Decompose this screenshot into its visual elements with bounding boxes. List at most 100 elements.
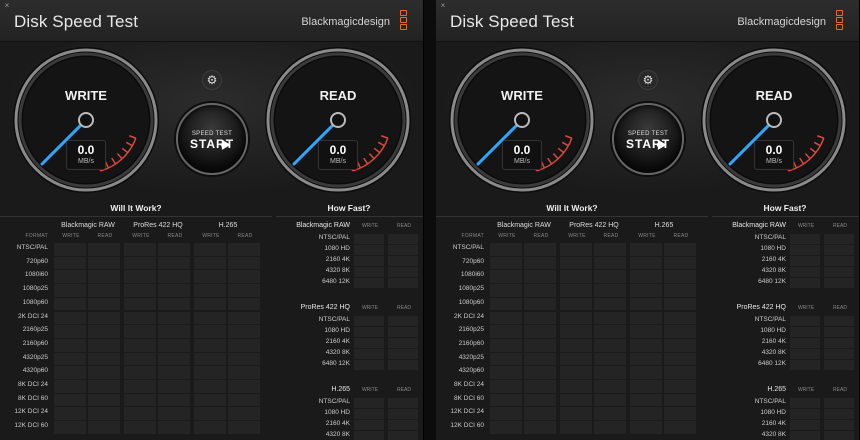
result-cell: [664, 255, 696, 270]
result-cell: [664, 392, 696, 407]
speed-cell: [790, 348, 820, 359]
result-cell: [664, 365, 696, 379]
speed-cell: [790, 408, 820, 419]
start-button[interactable]: SPEED TEST START: [176, 103, 248, 175]
results-tables: Will It Work? How Fast? Blackmagic RAW WRIT…: [436, 196, 859, 440]
format-row-label: 1080p25: [22, 285, 48, 293]
how-fast-row-label: 2160 4K: [761, 256, 786, 263]
result-cell: [560, 351, 592, 366]
gear-icon[interactable]: ⚙: [638, 70, 658, 90]
result-cell: [664, 269, 696, 284]
result-cell: [630, 337, 662, 352]
read-column-label: READ: [397, 305, 411, 311]
result-cell: [88, 283, 120, 297]
result-cell: [664, 420, 696, 434]
result-cell: [158, 365, 190, 379]
how-fast-row-label: 1080 HD: [760, 245, 786, 252]
gear-icon[interactable]: ⚙: [202, 70, 222, 90]
result-cell: [194, 283, 226, 297]
speed-cell: [824, 244, 854, 255]
result-cell: [560, 392, 592, 407]
result-cell: [88, 269, 120, 284]
result-cell: [124, 296, 156, 311]
result-cell: [124, 351, 156, 366]
how-fast-row-label: 1080 HD: [324, 409, 350, 416]
format-row-label: 8K DCI 60: [454, 394, 484, 402]
app-title: Disk Speed Test: [14, 12, 139, 31]
result-cell: [594, 379, 626, 393]
result-cell: [88, 310, 120, 325]
write-column-label: WRITE: [361, 305, 379, 311]
result-cell: [194, 379, 226, 393]
speed-cell: [824, 337, 854, 348]
result-cell: [88, 324, 120, 338]
speed-cell: [790, 255, 820, 266]
speed-cell: [790, 326, 820, 337]
speed-cell: [354, 255, 384, 266]
speed-cell: [824, 326, 854, 337]
speed-cell: [388, 315, 418, 326]
result-cell: [54, 324, 86, 338]
result-cell: [560, 337, 592, 352]
result-cell: [158, 296, 190, 311]
result-cell: [630, 406, 662, 421]
result-cell: [124, 269, 156, 284]
result-cell: [158, 379, 190, 393]
gauges-panel: WRITE 0.0 MB/s ⚙ SPEED TEST START READ 0…: [0, 42, 423, 196]
speed-cell: [824, 348, 854, 359]
speed-cell: [354, 397, 384, 408]
codec-column-header: Blackmagic RAW: [61, 222, 115, 229]
speed-cell: [388, 337, 418, 348]
result-cell: [524, 406, 556, 421]
result-cell: [124, 420, 156, 434]
result-cell: [560, 242, 592, 256]
result-cell: [560, 420, 592, 434]
result-cell: [88, 392, 120, 407]
speed-cell: [388, 348, 418, 359]
format-row-label: 12K DCI 24: [14, 408, 48, 416]
format-row-label: 2160p60: [22, 339, 48, 347]
how-fast-group-title: H.265: [767, 386, 786, 393]
write-gauge-label: WRITE: [65, 88, 107, 103]
close-icon[interactable]: ×: [438, 1, 448, 10]
result-cell: [88, 365, 120, 379]
write-column-label: WRITE: [62, 233, 80, 239]
how-fast-row-label: 4320 8K: [325, 267, 350, 274]
result-cell: [158, 324, 190, 338]
speed-cell: [790, 430, 820, 440]
title-bar[interactable]: × Disk Speed Test Blackmagicdesign: [436, 0, 859, 42]
result-cell: [594, 420, 626, 434]
title-bar[interactable]: × Disk Speed Test Blackmagicdesign: [0, 0, 423, 42]
result-cell: [228, 351, 260, 366]
read-column-label: READ: [97, 233, 113, 239]
how-fast-group-title: ProRes 422 HQ: [300, 304, 350, 311]
speed-cell: [388, 430, 418, 440]
result-cell: [158, 351, 190, 366]
result-cell: [560, 324, 592, 338]
write-column-label: WRITE: [498, 233, 516, 239]
result-cell: [630, 255, 662, 270]
result-cell: [490, 337, 522, 352]
speed-cell: [790, 233, 820, 244]
divider: [0, 216, 272, 217]
result-cell: [54, 351, 86, 366]
how-fast-row-label: 2160 4K: [325, 420, 350, 427]
result-cell: [194, 337, 226, 352]
result-cell: [158, 337, 190, 352]
result-cell: [88, 255, 120, 270]
result-cell: [194, 324, 226, 338]
start-button-label: START: [189, 137, 235, 151]
speed-cell: [824, 408, 854, 419]
format-row-label: 8K DCI 24: [18, 381, 48, 388]
result-cell: [630, 324, 662, 338]
close-icon[interactable]: ×: [2, 1, 12, 10]
start-button[interactable]: SPEED TEST START: [612, 103, 684, 175]
format-row-label: 12K DCI 24: [450, 408, 484, 416]
result-cell: [194, 242, 226, 256]
result-cell: [664, 351, 696, 366]
how-fast-row-label: 6480 12K: [758, 278, 786, 285]
result-cell: [664, 379, 696, 393]
write-column-label: WRITE: [202, 233, 220, 239]
result-cell: [594, 296, 626, 311]
result-cell: [560, 310, 592, 325]
